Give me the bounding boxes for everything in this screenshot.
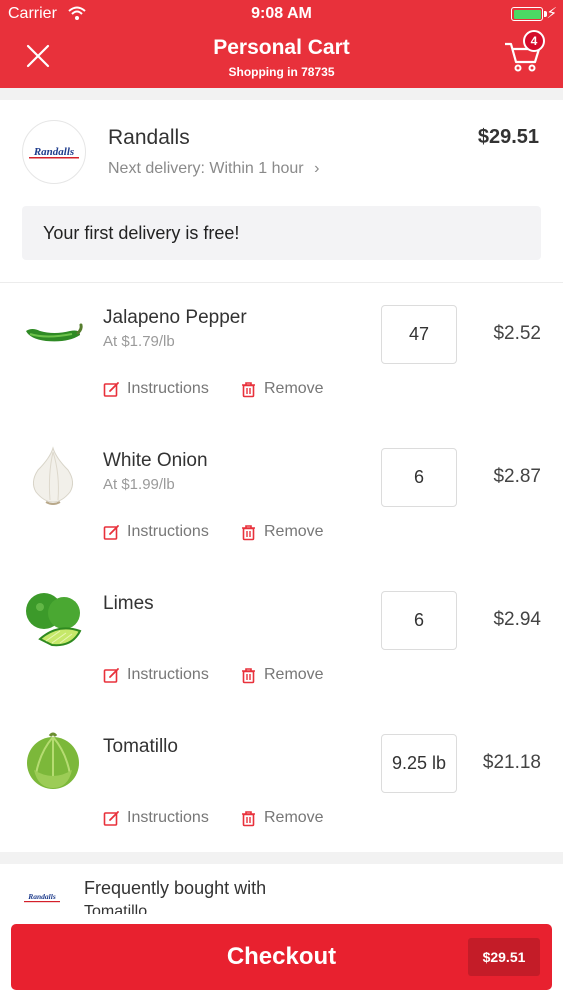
remove-button[interactable]: Remove: [240, 663, 324, 687]
item-name: Jalapeno Pepper: [103, 307, 247, 328]
instructions-label: Instructions: [127, 523, 209, 540]
quantity-field[interactable]: 47: [381, 305, 457, 364]
delivery-text: Next delivery: Within 1 hour: [108, 160, 304, 177]
item-price: $21.18: [482, 752, 541, 773]
store-logo-small: Randalls: [24, 892, 60, 903]
store-logo: Randalls: [22, 120, 86, 184]
instructions-label: Instructions: [127, 666, 209, 683]
store-name: Randalls: [108, 126, 190, 149]
quantity-field[interactable]: 6: [381, 448, 457, 507]
delivery-info[interactable]: Next delivery: Within 1 hour ›: [108, 160, 319, 178]
item-name: White Onion: [103, 450, 208, 471]
battery-icon: [511, 7, 547, 21]
item-unit-price: At $1.99/lb: [103, 476, 175, 493]
remove-label: Remove: [264, 809, 324, 826]
remove-button[interactable]: Remove: [240, 377, 324, 401]
remove-label: Remove: [264, 380, 324, 397]
free-delivery-text: Your first delivery is free!: [43, 223, 240, 243]
item-name: Tomatillo: [103, 736, 178, 757]
trash-icon: [242, 810, 255, 826]
instructions-label: Instructions: [127, 809, 209, 826]
clock: 9:08 AM: [251, 5, 312, 22]
trash-icon: [242, 667, 255, 683]
chevron-right-icon: ›: [314, 160, 320, 177]
limes-image: [26, 593, 82, 647]
frequently-bought-section[interactable]: Randalls Frequently bought with Tomatill…: [0, 864, 563, 914]
onion-image: [32, 446, 74, 505]
edit-icon: [103, 381, 119, 397]
cart-item: Limes 6 $2.94 Instructions Remove: [0, 569, 563, 712]
instructions-button[interactable]: Instructions: [103, 806, 209, 830]
page-title: Personal Cart: [213, 36, 350, 59]
store-card: Randalls Randalls $29.51 Next delivery: …: [0, 100, 563, 280]
frequently-bought-title: Frequently bought with Tomatillo: [84, 876, 384, 914]
cart-item: Tomatillo 9.25 lb $21.18 Instructions Re…: [0, 712, 563, 855]
jalapeno-image: [26, 323, 83, 342]
trash-icon: [242, 524, 255, 540]
section-gap: [0, 852, 563, 864]
checkout-button[interactable]: Checkout $29.51: [11, 924, 552, 990]
checkout-total: $29.51: [468, 938, 540, 976]
edit-icon: [103, 667, 119, 683]
trash-icon: [242, 381, 255, 397]
cart-item: Jalapeno Pepper At $1.79/lb 47 $2.52 Ins…: [0, 283, 563, 426]
item-price: $2.87: [493, 466, 541, 487]
item-price: $2.52: [493, 323, 541, 344]
app-header: Carrier 9:08 AM ⚡ Personal Cart Shopping…: [0, 0, 563, 88]
section-gap: [0, 88, 563, 100]
instructions-button[interactable]: Instructions: [103, 377, 209, 401]
instructions-button[interactable]: Instructions: [103, 520, 209, 544]
remove-button[interactable]: Remove: [240, 520, 324, 544]
quantity-field[interactable]: 9.25 lb: [381, 734, 457, 793]
charging-icon: ⚡: [546, 5, 557, 22]
instructions-button[interactable]: Instructions: [103, 663, 209, 687]
item-name: Limes: [103, 593, 154, 614]
cart-count-badge: 4: [523, 30, 545, 52]
instructions-label: Instructions: [127, 380, 209, 397]
shopping-location: Shopping in 78735: [228, 65, 335, 79]
quantity-field[interactable]: 6: [381, 591, 457, 650]
tomatillo-image: [27, 732, 79, 789]
remove-label: Remove: [264, 523, 324, 540]
status-bar: Carrier 9:08 AM ⚡: [0, 0, 563, 30]
fb-logo-text: Randalls: [27, 892, 56, 901]
edit-icon: [103, 524, 119, 540]
store-total: $29.51: [477, 126, 539, 148]
cart-item: White Onion At $1.99/lb 6 $2.87 Instruct…: [0, 426, 563, 569]
item-unit-price: At $1.79/lb: [103, 333, 175, 350]
store-logo-text: Randalls: [33, 146, 74, 158]
item-price: $2.94: [493, 609, 541, 630]
free-delivery-banner: Your first delivery is free!: [22, 206, 541, 260]
remove-label: Remove: [264, 666, 324, 683]
remove-button[interactable]: Remove: [240, 806, 324, 830]
frequently-bought-heading: Frequently bought with: [84, 878, 267, 898]
edit-icon: [103, 810, 119, 826]
frequently-bought-item: Tomatillo: [84, 903, 148, 914]
